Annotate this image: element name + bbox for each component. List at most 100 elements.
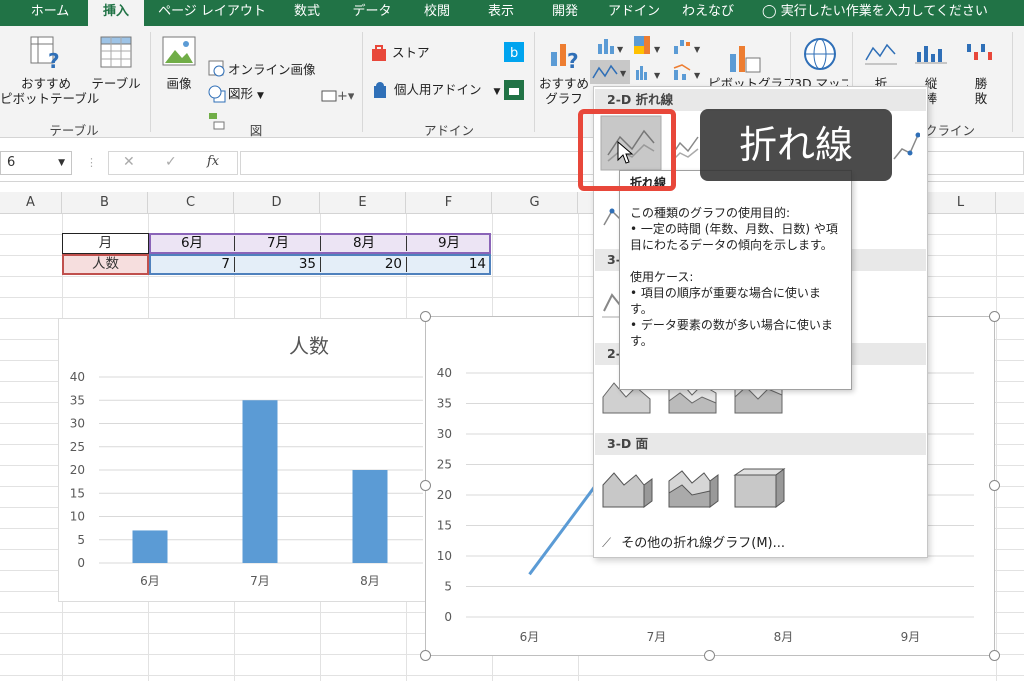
resize-handle[interactable] bbox=[420, 480, 431, 491]
tab-review[interactable]: 校閲 bbox=[412, 0, 462, 26]
line-chart-icon[interactable]: ▼ bbox=[590, 60, 630, 84]
table-header-month-label: 月 bbox=[98, 235, 113, 251]
store-button[interactable]: ストア bbox=[392, 44, 430, 62]
y-tick-label: 30 bbox=[70, 417, 85, 431]
table-button[interactable]: テーブル bbox=[90, 76, 142, 91]
resize-handle[interactable] bbox=[989, 480, 1000, 491]
bar-chart[interactable]: 人数 0 5 10 15 20 25 30 35 40 6月 7月 8月 bbox=[58, 318, 426, 602]
column-header-a[interactable]: A bbox=[0, 192, 62, 214]
row-label-range[interactable]: 人数 bbox=[62, 254, 149, 275]
resize-handle[interactable] bbox=[420, 311, 431, 322]
bar[interactable] bbox=[132, 530, 168, 563]
column-header-c[interactable]: C bbox=[148, 192, 234, 214]
column-chart-icon[interactable]: ▼ bbox=[596, 36, 626, 56]
svg-text:▼: ▼ bbox=[654, 45, 661, 54]
combo-chart-icon[interactable]: ▼ bbox=[672, 62, 704, 82]
svg-text:b: b bbox=[510, 46, 518, 61]
sparkline-column-icon bbox=[915, 46, 947, 64]
bing-icon[interactable]: b bbox=[504, 42, 524, 62]
tell-me-box[interactable]: ◯ 実行したい作業を入力してください bbox=[762, 0, 988, 26]
tab-addins[interactable]: アドイン bbox=[604, 0, 664, 26]
formula-buttons: ✕ ✓ fx bbox=[108, 151, 238, 175]
recommended-pivot-button[interactable]: おすすめ ピボットテーブル bbox=[0, 76, 100, 106]
name-box[interactable]: 6 ▼ bbox=[0, 151, 72, 175]
screenshot-icon[interactable]: +▾ bbox=[320, 86, 354, 104]
month-cell[interactable]: 7月 bbox=[236, 233, 320, 255]
bar[interactable] bbox=[352, 470, 388, 563]
tab-view[interactable]: 表示 bbox=[476, 0, 526, 26]
table-header-cell-month[interactable]: 月 bbox=[62, 233, 149, 254]
y-tick-label: 10 bbox=[437, 549, 452, 563]
line-with-markers-option[interactable] bbox=[890, 125, 920, 165]
section-2d-line: 2-D 折れ線 bbox=[595, 89, 926, 111]
cell-divider bbox=[406, 257, 407, 272]
my-addins-label: 個人用アドイン bbox=[394, 82, 482, 97]
value-cell[interactable]: 7 bbox=[150, 254, 230, 276]
3d-stacked-area-chart-option[interactable] bbox=[666, 463, 722, 513]
insert-function-icon[interactable]: fx bbox=[207, 154, 219, 169]
sparkline-line-icon bbox=[865, 43, 897, 65]
bar[interactable] bbox=[242, 400, 278, 563]
column-header-l[interactable]: L bbox=[926, 192, 996, 214]
svg-text:▼: ▼ bbox=[694, 71, 701, 80]
month-cell[interactable]: 8月 bbox=[322, 233, 406, 255]
waterfall-chart-icon[interactable]: ▼ bbox=[672, 36, 704, 56]
recommended-pivot-icon: ? bbox=[30, 36, 60, 70]
grip-icon[interactable]: ⋮ bbox=[86, 156, 97, 169]
tab-formulas[interactable]: 数式 bbox=[282, 0, 332, 26]
3d-100-area-chart-option[interactable] bbox=[732, 463, 788, 513]
svg-text:?: ? bbox=[567, 49, 579, 70]
recommended-chart-icon: ? bbox=[551, 44, 579, 70]
group-label-sparklines: クライン bbox=[924, 123, 975, 138]
x-tick-label: 9月 bbox=[901, 630, 921, 644]
chevron-down-icon[interactable]: ▼ bbox=[58, 152, 65, 174]
chevron-down-icon: ▼ bbox=[493, 87, 501, 97]
value-cell[interactable]: 14 bbox=[408, 254, 486, 276]
row-label-people: 人数 bbox=[92, 256, 119, 272]
enter-icon[interactable]: ✓ bbox=[165, 154, 177, 170]
recommended-pivot-label-2: ピボットテーブル bbox=[0, 91, 100, 106]
cell-divider bbox=[320, 257, 321, 272]
statistic-chart-icon[interactable]: ▼ bbox=[634, 62, 664, 82]
online-image-icon bbox=[208, 60, 225, 77]
column-header-b[interactable]: B bbox=[62, 192, 148, 214]
tab-waenavi[interactable]: わえなび bbox=[676, 0, 740, 26]
month-cell[interactable]: 9月 bbox=[408, 233, 490, 255]
shapes-button[interactable]: 図形 ▼ bbox=[228, 85, 264, 105]
column-header-d[interactable]: D bbox=[234, 192, 320, 214]
column-header-g[interactable]: G bbox=[492, 192, 578, 214]
tab-developer[interactable]: 開発 bbox=[540, 0, 590, 26]
tab-data[interactable]: データ bbox=[346, 0, 398, 26]
cancel-icon[interactable]: ✕ bbox=[123, 154, 135, 170]
y-tick-label: 0 bbox=[444, 610, 452, 624]
y-tick-label: 0 bbox=[77, 556, 85, 570]
tab-home[interactable]: ホーム bbox=[14, 0, 86, 26]
value-cell[interactable]: 35 bbox=[236, 254, 316, 276]
recommended-pivot-label-1: おすすめ bbox=[20, 76, 71, 91]
tab-insert[interactable]: 挿入 bbox=[88, 0, 144, 26]
sparkline-winloss-button[interactable]: 勝 敗 bbox=[964, 76, 998, 106]
group-label-addins: アドイン bbox=[423, 123, 474, 138]
column-header-f[interactable]: F bbox=[406, 192, 492, 214]
cell-divider bbox=[234, 236, 235, 251]
people-graph-icon[interactable] bbox=[504, 80, 524, 100]
my-addins-button[interactable]: 個人用アドイン ▼ bbox=[394, 81, 500, 101]
value-cell[interactable]: 20 bbox=[322, 254, 402, 276]
3d-area-chart-option[interactable] bbox=[600, 463, 656, 513]
resize-handle[interactable] bbox=[989, 311, 1000, 322]
hierarchy-chart-icon[interactable]: ▼ bbox=[632, 34, 664, 56]
online-image-button[interactable]: オンライン画像 bbox=[228, 61, 316, 79]
tab-page-layout[interactable]: ページ レイアウト bbox=[150, 0, 274, 26]
chart-title[interactable]: 人数 bbox=[289, 334, 329, 358]
column-header-e[interactable]: E bbox=[320, 192, 406, 214]
x-tick-label: 7月 bbox=[250, 574, 270, 588]
recommended-chart-button[interactable]: おすすめ グラフ bbox=[536, 76, 592, 106]
image-button[interactable]: 画像 bbox=[156, 76, 202, 91]
resize-handle[interactable] bbox=[989, 650, 1000, 661]
pivot-chart-icon bbox=[730, 46, 761, 73]
month-cell[interactable]: 6月 bbox=[150, 233, 234, 255]
resize-handle[interactable] bbox=[704, 650, 715, 661]
more-line-charts-link[interactable]: ⟋ その他の折れ線グラフ(M)... bbox=[602, 532, 785, 551]
resize-handle[interactable] bbox=[420, 650, 431, 661]
x-tick-label: 6月 bbox=[140, 574, 160, 588]
